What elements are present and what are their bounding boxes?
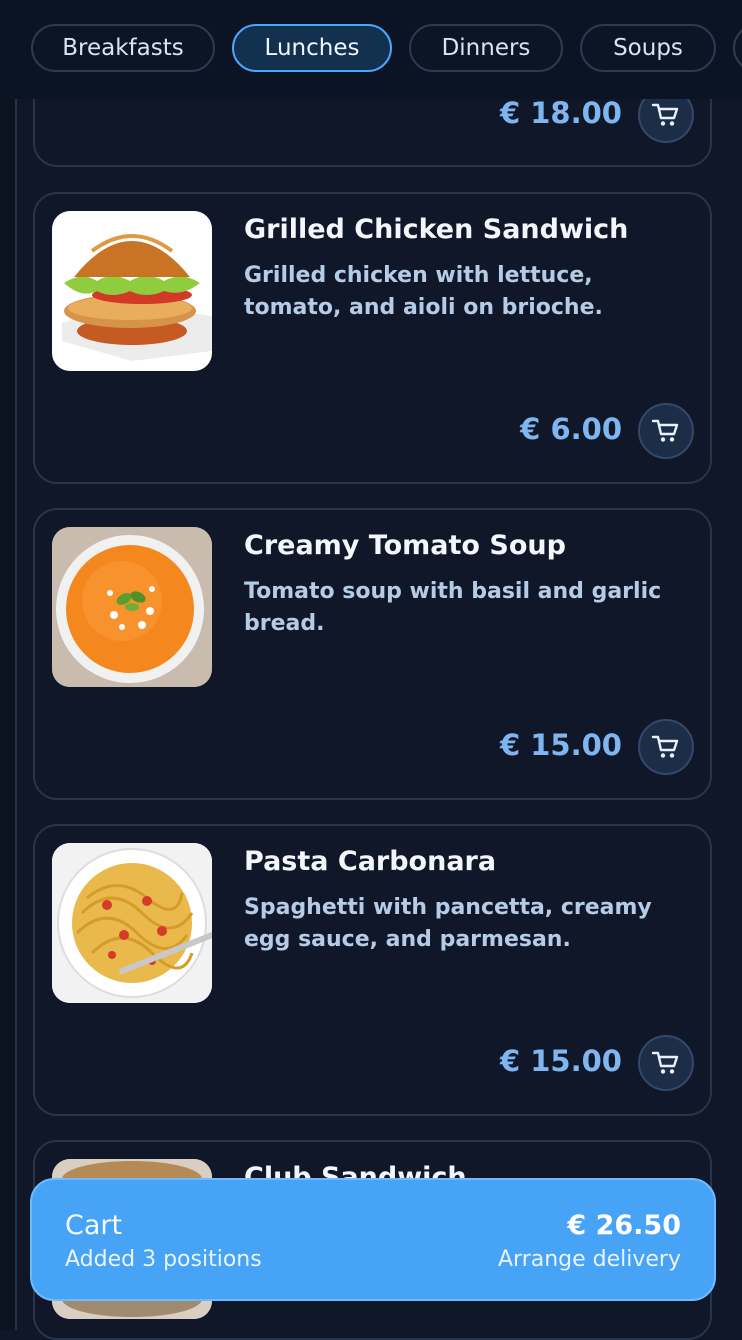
- cart-icon: [651, 419, 679, 442]
- menu-item-card[interactable]: Creamy Tomato Soup Tomato soup with basi…: [33, 508, 712, 800]
- item-description: Spaghetti with pancetta, creamy egg sauc…: [244, 895, 652, 952]
- item-price: € 18.00: [499, 96, 622, 130]
- add-to-cart-button[interactable]: [638, 403, 694, 459]
- left-rail: [0, 0, 17, 1330]
- cart-total: € 26.50: [567, 1210, 681, 1241]
- pasta-image: [52, 843, 212, 1003]
- menu-item-card[interactable]: Pasta Carbonara Spaghetti with pancetta,…: [33, 824, 712, 1116]
- cart-icon: [651, 103, 679, 126]
- cart-summary-bar[interactable]: Cart Added 3 positions € 26.50 Arrange d…: [30, 1178, 716, 1301]
- add-to-cart-button[interactable]: [638, 719, 694, 775]
- item-price: € 15.00: [499, 728, 622, 762]
- tab-more[interactable]: [733, 24, 742, 72]
- tab-dinners[interactable]: Dinners: [409, 24, 563, 72]
- item-name: Pasta Carbonara: [244, 846, 497, 877]
- item-description: Tomato soup with basil and garlic bread.: [244, 579, 662, 636]
- cart-icon: [651, 735, 679, 758]
- arrange-delivery-link[interactable]: Arrange delivery: [498, 1247, 681, 1272]
- cart-count: Added 3 positions: [65, 1247, 262, 1272]
- cart-icon: [651, 1051, 679, 1074]
- tab-breakfasts[interactable]: Breakfasts: [31, 24, 215, 72]
- item-name: Grilled Chicken Sandwich: [244, 214, 629, 245]
- tab-lunches[interactable]: Lunches: [232, 24, 392, 72]
- item-name: Creamy Tomato Soup: [244, 530, 566, 561]
- sandwich-image: [52, 211, 212, 371]
- tab-soups[interactable]: Soups: [580, 24, 716, 72]
- add-to-cart-button[interactable]: [638, 1035, 694, 1091]
- soup-image: [52, 527, 212, 687]
- menu-item-card[interactable]: Grilled Chicken Sandwich Grilled chicken…: [33, 192, 712, 484]
- item-price: € 15.00: [499, 1044, 622, 1078]
- item-price: € 6.00: [520, 412, 622, 446]
- cart-title: Cart: [65, 1210, 123, 1241]
- category-tabbar: Breakfasts Lunches Dinners Soups: [0, 0, 742, 99]
- item-description: Grilled chicken with lettuce, tomato, an…: [244, 263, 603, 320]
